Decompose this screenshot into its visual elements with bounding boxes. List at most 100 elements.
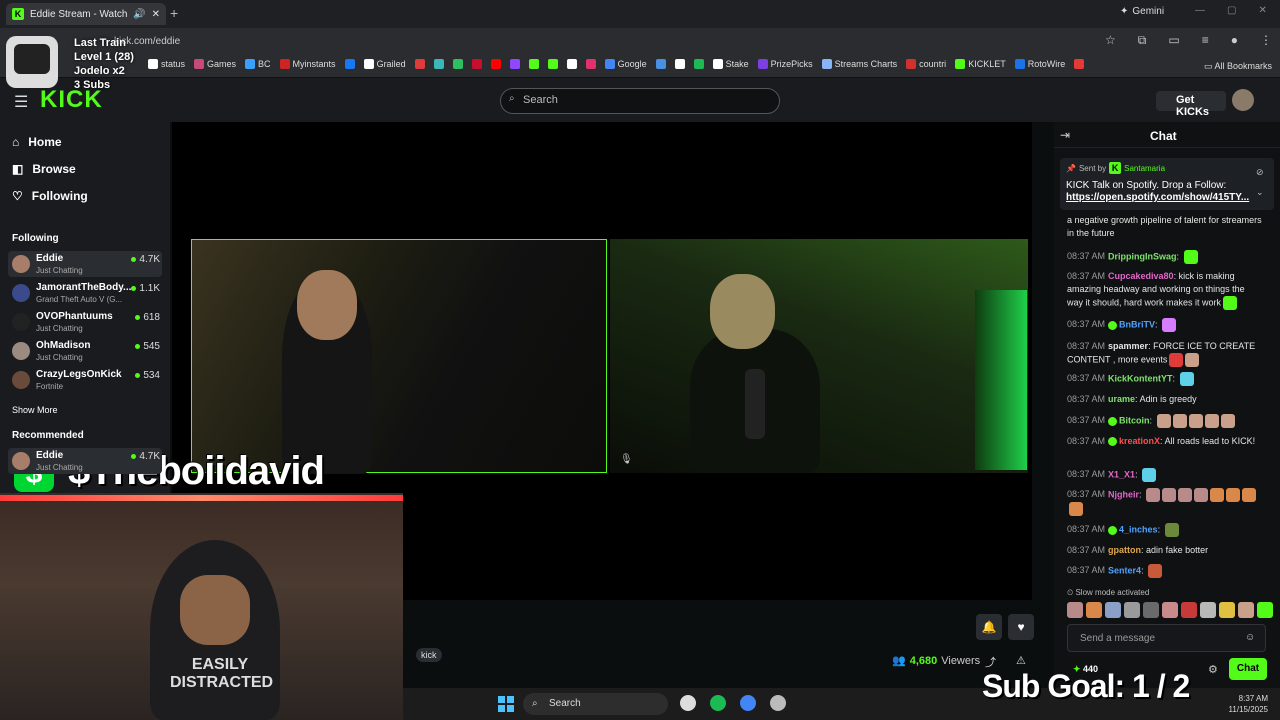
quick-emote-icon[interactable] [1162, 602, 1178, 618]
channel-item[interactable]: OhMadison Just Chatting 545 [8, 338, 162, 364]
new-tab-button[interactable]: + [170, 5, 178, 21]
chat-input[interactable]: Send a message [1067, 624, 1266, 652]
quick-emote-icon[interactable] [1124, 602, 1140, 618]
menu-hamburger-icon[interactable]: ☰ [14, 92, 28, 112]
nav-browse[interactable]: ◧ Browse [12, 162, 76, 176]
chat-username[interactable]: 4_inches [1119, 524, 1158, 534]
unpin-icon[interactable]: ⊘ [1256, 162, 1264, 182]
stream-tag[interactable]: kick [416, 648, 442, 662]
all-bookmarks-button[interactable]: ▭ All Bookmarks [1204, 61, 1272, 72]
bookmark-item[interactable] [547, 59, 558, 69]
bookmark-item[interactable]: countri [906, 59, 946, 69]
chat-username[interactable]: spammer [1108, 341, 1148, 351]
quick-emote-icon[interactable] [1067, 602, 1083, 618]
report-warning-icon[interactable]: ⚠ [1016, 654, 1026, 667]
bookmark-item[interactable] [344, 59, 355, 69]
bookmark-star-icon[interactable]: ☆ [1105, 33, 1116, 48]
send-chat-button[interactable]: Chat [1229, 658, 1267, 680]
browser-tab[interactable]: K Eddie Stream - Watch Live ... 🔊 ✕ [6, 3, 166, 25]
taskbar-search[interactable]: Search [523, 693, 668, 715]
collapse-chat-icon[interactable]: ⇥ [1060, 128, 1070, 142]
bookmark-item[interactable] [674, 59, 685, 69]
quick-emote-icon[interactable] [1086, 602, 1102, 618]
bookmark-item[interactable]: PrizePicks [757, 59, 813, 69]
chat-settings-gear-icon[interactable]: ⚙ [1208, 663, 1218, 676]
bookmark-item[interactable] [693, 59, 704, 69]
bookmark-item[interactable] [471, 59, 482, 69]
bookmark-item[interactable]: status [148, 59, 185, 69]
bookmark-item[interactable]: Games [194, 59, 236, 69]
bookmark-item[interactable] [655, 59, 666, 69]
tab-audio-icon[interactable]: 🔊 [133, 9, 145, 20]
chat-username[interactable]: KickKontentYT [1108, 373, 1173, 383]
taskbar-app-icon[interactable] [740, 695, 756, 711]
pinned-message[interactable]: 📌 Sent by K Santamaria KICK Talk on Spot… [1060, 158, 1274, 210]
bookmark-item[interactable] [528, 59, 539, 69]
bookmark-item[interactable]: Grailed [363, 59, 406, 69]
show-more-link[interactable]: Show More [12, 405, 58, 415]
pinned-username[interactable]: Santamaria [1124, 164, 1165, 173]
channel-item[interactable]: Eddie Just Chatting 4.7K [8, 251, 162, 277]
windows-start-icon[interactable] [498, 696, 514, 712]
chat-username[interactable]: BnBriTV [1119, 319, 1155, 329]
bookmark-item[interactable] [1074, 59, 1085, 69]
chat-username[interactable]: gpatton [1108, 545, 1141, 555]
chat-username[interactable]: kreationX [1119, 436, 1160, 446]
notify-bell-button[interactable]: 🔔 [976, 614, 1002, 640]
bookmark-item[interactable] [566, 59, 577, 69]
extensions-icon[interactable]: ⧉ [1138, 33, 1147, 48]
get-kicks-button[interactable]: Get KICKs [1156, 91, 1226, 118]
chat-username[interactable]: X1_X1 [1108, 469, 1135, 479]
nav-following[interactable]: ♡ Following [12, 189, 88, 203]
quick-emote-icon[interactable] [1238, 602, 1254, 618]
media-icon[interactable]: ≡ [1202, 33, 1209, 48]
close-window-icon[interactable]: ✕ [1258, 5, 1266, 16]
bookmark-item[interactable]: KICKLET [955, 59, 1006, 69]
pinned-link[interactable]: https://open.spotify.com/show/415TY... [1066, 192, 1268, 203]
cast-icon[interactable]: ▭ [1168, 33, 1179, 48]
channel-item[interactable]: CrazyLegsOnKick Fortnite 534 [8, 367, 162, 393]
bookmark-item[interactable] [585, 59, 596, 69]
user-avatar[interactable] [1232, 89, 1254, 111]
quick-emote-icon[interactable] [1219, 602, 1235, 618]
bookmark-item[interactable]: Streams Charts [821, 59, 897, 69]
follow-heart-button[interactable]: ♥ [1008, 614, 1034, 640]
bookmark-item[interactable] [433, 59, 444, 69]
browser-menu-icon[interactable]: ⋮ [1260, 33, 1272, 48]
bookmark-item[interactable]: Google [604, 59, 647, 69]
quick-emote-icon[interactable] [1200, 602, 1216, 618]
tab-close-icon[interactable]: ✕ [152, 9, 160, 20]
chat-username[interactable]: Bitcoin [1119, 415, 1150, 425]
nav-home[interactable]: ⌂ Home [12, 135, 62, 149]
channel-item[interactable]: OVOPhantuums Just Chatting 618 [8, 309, 162, 335]
taskbar-app-icon[interactable] [770, 695, 786, 711]
bookmark-item[interactable] [452, 59, 463, 69]
gemini-button[interactable]: ✦ Gemini [1120, 6, 1164, 17]
emoji-picker-icon[interactable]: ☺ [1245, 632, 1255, 643]
taskbar-app-icon[interactable] [710, 695, 726, 711]
quick-emote-icon[interactable] [1181, 602, 1197, 618]
bookmark-item[interactable] [509, 59, 520, 69]
chat-username[interactable]: urame [1108, 394, 1135, 404]
url-field[interactable]: kick.com/eddie [70, 32, 1110, 52]
bookmark-item[interactable]: BC [245, 59, 271, 69]
quick-emote-icon[interactable] [1105, 602, 1121, 618]
minimize-icon[interactable]: — [1195, 5, 1205, 16]
profile-icon[interactable]: ● [1231, 33, 1238, 48]
chat-username[interactable]: DrippingInSwag [1108, 251, 1177, 261]
bookmark-item[interactable]: Stake [712, 59, 749, 69]
quick-emote-icon[interactable] [1143, 602, 1159, 618]
chat-username[interactable]: Cupcakediva80 [1108, 271, 1174, 281]
bookmark-item[interactable] [490, 59, 501, 69]
channel-item[interactable]: Eddie Just Chatting 4.7K [8, 448, 162, 474]
quick-emote-icon[interactable] [1257, 602, 1273, 618]
chat-username[interactable]: Njgheir [1108, 489, 1139, 499]
search-input[interactable]: Search [500, 88, 780, 114]
taskbar-app-icon[interactable] [680, 695, 696, 711]
maximize-icon[interactable]: ▢ [1227, 5, 1236, 16]
bookmark-item[interactable]: Myinstants [279, 59, 336, 69]
channel-item[interactable]: JamorantTheBody... Grand Theft Auto V (G.… [8, 280, 162, 306]
expand-chevron-icon[interactable]: ⌄ [1256, 182, 1264, 202]
bookmark-item[interactable]: RotoWire [1014, 59, 1065, 69]
chat-username[interactable]: Senter4 [1108, 565, 1141, 575]
